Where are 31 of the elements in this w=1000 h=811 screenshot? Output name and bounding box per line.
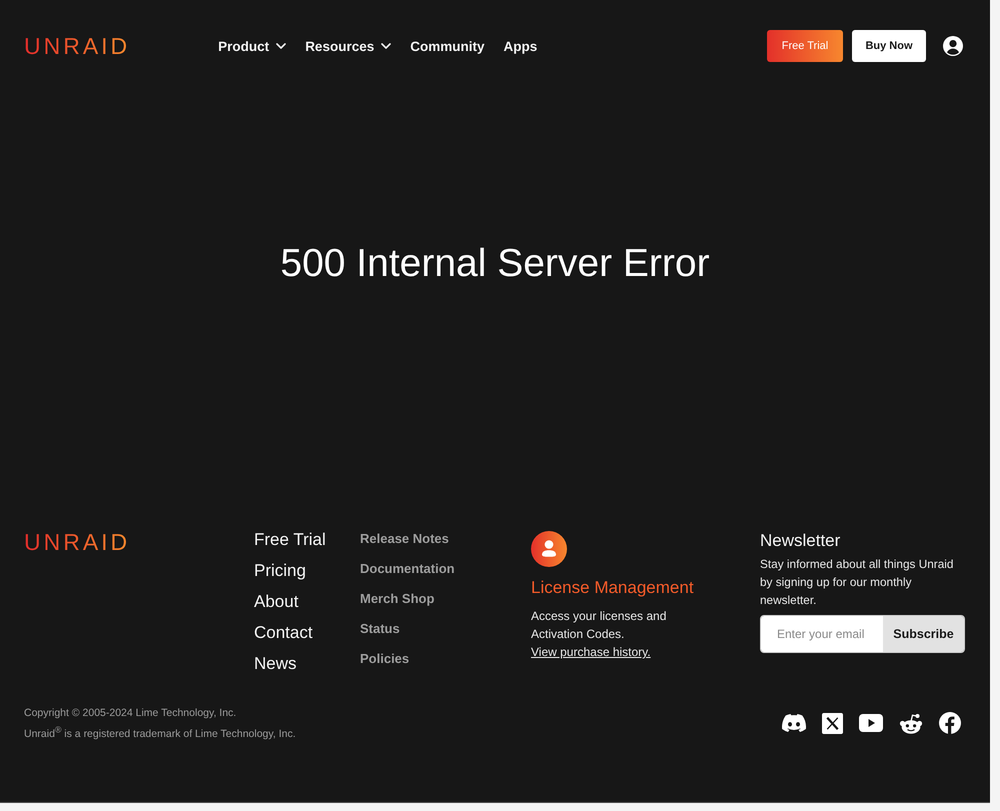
nav-link[interactable]: Resources bbox=[305, 38, 392, 54]
error-heading: 500 Internal Server Error bbox=[280, 241, 710, 287]
f-letter-icon[interactable] bbox=[939, 712, 961, 734]
footer-link[interactable]: Contact bbox=[254, 617, 313, 648]
footer-link[interactable]: News bbox=[254, 648, 297, 679]
secondary-button[interactable]: Buy Now bbox=[852, 30, 926, 62]
gamepad-icon[interactable] bbox=[782, 714, 806, 732]
copyright-text: Copyright © 2005-2024 Lime Technology, Inc. bbox=[24, 706, 238, 721]
footer-link[interactable]: Free Trial bbox=[254, 524, 326, 555]
user-account-icon[interactable] bbox=[943, 36, 963, 56]
footer-link[interactable]: About bbox=[254, 586, 298, 617]
newsletter-heading: Newsletter bbox=[760, 530, 840, 552]
user-icon bbox=[531, 531, 567, 567]
license-description: Access your licenses and Activation Codes. View purchase history. bbox=[531, 608, 668, 661]
footer-link[interactable]: Pricing bbox=[254, 555, 306, 586]
video-play-icon[interactable] bbox=[859, 714, 883, 732]
purchase-history-link[interactable]: View purchase history. bbox=[531, 645, 651, 659]
footer-link[interactable]: Documentation bbox=[360, 554, 455, 584]
alien-head-icon[interactable] bbox=[899, 712, 923, 734]
trademark-text: Unraid$^{®}$ is a registered trademark of Lime Technology, Inc. bbox=[24, 723, 296, 742]
nav-link[interactable]: Community bbox=[410, 38, 484, 54]
newsletter-description: Stay informed about all things Unraid by signing up for our monthly newsletter. bbox=[760, 556, 954, 609]
footer-link[interactable]: Policies bbox=[360, 644, 410, 674]
x-letter-icon[interactable] bbox=[822, 712, 843, 734]
nav-link[interactable]: Product bbox=[218, 38, 286, 54]
footer-link[interactable]: Status bbox=[360, 614, 400, 644]
primary-button[interactable]: Free Trial bbox=[767, 30, 843, 62]
footer-link[interactable]: Merch Shop bbox=[360, 584, 434, 614]
nav-link[interactable]: Apps bbox=[503, 38, 538, 54]
license-heading[interactable]: License Management bbox=[531, 577, 694, 599]
footer-link[interactable]: Release Notes bbox=[360, 524, 449, 554]
